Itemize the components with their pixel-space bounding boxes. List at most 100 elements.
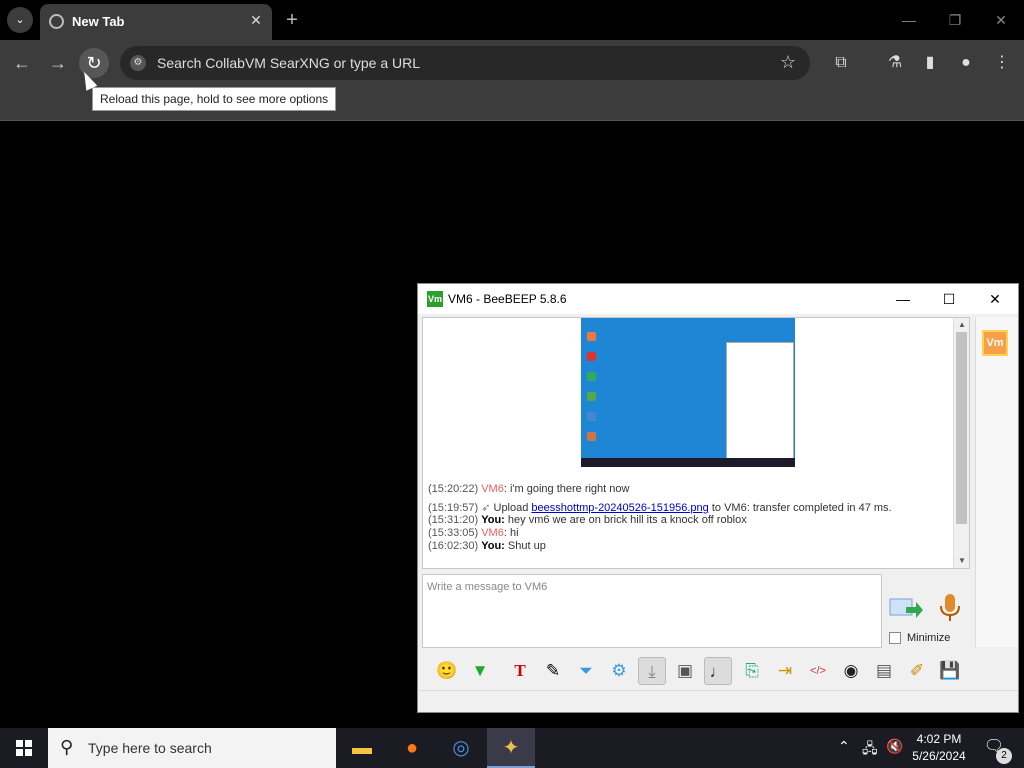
- message-text: to VM6: transfer completed in 47 ms.: [708, 502, 892, 514]
- chat-message: (15:20:22) VM6: i'm going there right no…: [428, 483, 629, 495]
- search-engine-icon: ⚙: [130, 55, 146, 71]
- message-text: Upload: [493, 502, 532, 514]
- spellcheck-icon[interactable]: ▣: [671, 657, 699, 685]
- scroll-up-arrow-icon[interactable]: ▲: [957, 320, 967, 329]
- emoticon-smile-icon[interactable]: 🙂: [433, 657, 461, 685]
- chat-message: (15:33:05) VM6: hi: [428, 527, 519, 539]
- vm-logo-icon: Vm: [427, 291, 443, 307]
- back-arrow-icon[interactable]: ←: [7, 48, 37, 78]
- sound-note-icon[interactable]: ♩: [704, 657, 732, 685]
- browser-tabstrip: ⌄ New Tab ✕ + — ❐ ✕: [0, 0, 1024, 40]
- window-restore-button[interactable]: ❐: [932, 6, 978, 34]
- windows-start-icon[interactable]: [0, 728, 48, 768]
- profile-avatar-icon[interactable]: ●: [951, 48, 981, 78]
- beebeep-close-button[interactable]: ✕: [972, 284, 1018, 314]
- desktop-icon: [587, 352, 596, 361]
- tab-title: New Tab: [72, 14, 125, 29]
- message-time: (15:19:57): [428, 502, 479, 514]
- send-file-icon[interactable]: ⎘: [738, 657, 766, 685]
- chat-members-panel: Vm: [975, 317, 1018, 647]
- message-sender: You:: [481, 540, 505, 552]
- bookmark-star-icon[interactable]: ☆: [780, 52, 796, 73]
- desktop-icon: [587, 412, 596, 421]
- vm6-avatar-icon[interactable]: Vm: [982, 330, 1008, 356]
- desktop-icon: [587, 372, 596, 381]
- status-bar: [418, 690, 1018, 712]
- tab-favicon-icon: [49, 14, 64, 29]
- forward-arrow-icon[interactable]: →: [43, 48, 73, 78]
- taskbar-clock[interactable]: 4:02 PM 5/26/2024: [906, 731, 972, 765]
- omnibox[interactable]: ⚙ Search CollabVM SearXNG or type a URL …: [120, 46, 810, 80]
- side-panel-icon[interactable]: ▮: [915, 48, 945, 78]
- microphone-icon[interactable]: [936, 592, 964, 624]
- chat-message: (16:02:30) You: Shut up: [428, 540, 546, 552]
- labs-flask-icon[interactable]: ⚗: [880, 48, 910, 78]
- tab-close-icon[interactable]: ✕: [246, 10, 266, 30]
- chat-toolbar: 🙂 ▼ T ✎ ⏷ ⚙ ⤓ ▣ ♩ ⎘ ⇥ </> ◉ ▤ ✐ 💾: [418, 654, 1018, 688]
- window-close-button[interactable]: ✕: [978, 6, 1024, 34]
- send-message-icon[interactable]: [888, 594, 924, 624]
- search-icon: ⚲: [60, 737, 74, 757]
- notification-center-icon[interactable]: 🗨 2: [982, 736, 1012, 764]
- chat-history[interactable]: (15:20:22) VM6: i'm going there right no…: [422, 317, 970, 569]
- message-sender: VM6: [481, 483, 504, 495]
- taskbar-search-box[interactable]: ⚲ Type here to search: [48, 728, 336, 768]
- send-folder-icon[interactable]: ⇥: [771, 657, 799, 685]
- font-color-icon[interactable]: ✎: [539, 657, 567, 685]
- menu-kebab-icon[interactable]: ⋮: [987, 48, 1017, 78]
- minimize-label: Minimize: [907, 632, 951, 644]
- beebeep-window: Vm VM6 - BeeBEEP 5.8.6 — ☐ ✕ (15:20:22) …: [417, 283, 1019, 713]
- firefox-icon[interactable]: ●: [388, 728, 436, 768]
- windows-taskbar: ⚲ Type here to search ▬ ● ◎ ✦ ⌃ 🖧 🔇 4:02…: [0, 728, 1024, 768]
- message-sender: You:: [481, 514, 505, 526]
- message-time: (15:33:05): [428, 527, 479, 539]
- filter-icon[interactable]: ⏷: [572, 657, 600, 685]
- upload-icon: ➶: [481, 502, 491, 514]
- emoticon-list-icon[interactable]: ▼: [466, 657, 494, 685]
- new-tab-button[interactable]: +: [280, 8, 304, 32]
- save-icon[interactable]: 💾: [936, 657, 964, 685]
- code-icon[interactable]: </>: [804, 657, 832, 685]
- toggle-enter-icon[interactable]: ⤓: [638, 657, 666, 685]
- chat-scrollbar[interactable]: ▲ ▼: [953, 318, 969, 568]
- message-input-placeholder: Write a message to VM6: [427, 581, 548, 593]
- volume-muted-icon[interactable]: 🔇: [886, 738, 903, 755]
- scrollbar-thumb[interactable]: [956, 332, 967, 524]
- tab-new-tab[interactable]: New Tab ✕: [40, 4, 272, 40]
- chrome-icon[interactable]: ◎: [437, 728, 485, 768]
- beebeep-taskbar-icon[interactable]: ✦: [487, 728, 535, 768]
- message-text: : hi: [503, 527, 519, 539]
- desktop-icon: [587, 392, 596, 401]
- tab-search-button[interactable]: ⌄: [7, 7, 33, 33]
- desktop-icon: [587, 432, 596, 441]
- window-minimize-button[interactable]: —: [886, 6, 932, 34]
- scroll-down-arrow-icon[interactable]: ▼: [957, 556, 967, 565]
- beebeep-maximize-button[interactable]: ☐: [926, 284, 972, 314]
- clock-date: 5/26/2024: [912, 749, 966, 763]
- archive-icon[interactable]: ▤: [870, 657, 898, 685]
- network-icon[interactable]: 🖧: [862, 738, 878, 762]
- tray-overflow-chevron-icon[interactable]: ⌃: [838, 738, 850, 755]
- extensions-puzzle-icon[interactable]: ⧉: [826, 48, 856, 78]
- beebeep-minimize-button[interactable]: —: [880, 284, 926, 314]
- file-explorer-icon[interactable]: ▬: [338, 728, 386, 768]
- notification-count-badge: 2: [996, 748, 1012, 764]
- browser-toolbar: ← → ↻ ⚙ Search CollabVM SearXNG or type …: [0, 40, 1024, 86]
- file-link[interactable]: beesshottmp-20240526-151956.png: [531, 502, 708, 514]
- message-input[interactable]: Write a message to VM6: [422, 574, 882, 648]
- thumbnail-taskbar: [581, 458, 795, 467]
- minimize-checkbox[interactable]: [889, 632, 901, 644]
- message-text: Shut up: [504, 540, 546, 552]
- chat-message: (15:19:57) ➶ Upload beesshottmp-20240526…: [428, 501, 892, 514]
- beebeep-titlebar[interactable]: Vm VM6 - BeeBEEP 5.8.6 — ☐ ✕: [418, 284, 1018, 314]
- screenshot-thumbnail[interactable]: [581, 318, 795, 467]
- clock-time: 4:02 PM: [916, 732, 962, 746]
- desktop-icon: [587, 332, 596, 341]
- screenshot-camera-icon[interactable]: ◉: [837, 657, 865, 685]
- thumbnail-window: [726, 342, 794, 460]
- font-icon[interactable]: T: [506, 657, 534, 685]
- settings-gear-icon[interactable]: ⚙: [605, 657, 633, 685]
- notes-icon[interactable]: ✐: [903, 657, 931, 685]
- message-time: (15:31:20): [428, 514, 479, 526]
- message-text: : i'm going there right now: [503, 483, 630, 495]
